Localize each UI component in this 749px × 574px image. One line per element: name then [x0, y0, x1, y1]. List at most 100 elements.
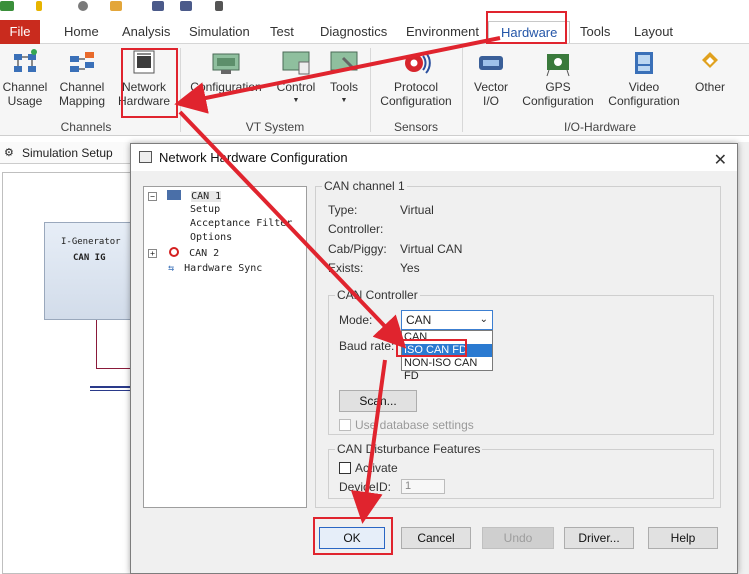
- save-icon[interactable]: [152, 1, 164, 11]
- tree-item-options[interactable]: Options: [190, 232, 232, 243]
- help-button[interactable]: Help: [648, 527, 718, 549]
- video-configuration-icon: [629, 48, 659, 78]
- can-controller-title: CAN Controller: [335, 288, 420, 302]
- tab-simulation[interactable]: Simulation: [187, 21, 252, 43]
- exists-value: Yes: [400, 261, 420, 275]
- group-label-io-hardware: I/O-Hardware: [563, 120, 637, 134]
- channel-title: CAN channel 1: [322, 179, 407, 193]
- channel-mapping-button[interactable]: Channel Mapping: [56, 48, 108, 108]
- cancel-button[interactable]: Cancel: [401, 527, 471, 549]
- undo-button[interactable]: Undo: [482, 527, 554, 549]
- gps-configuration-label: GPS Configuration: [522, 80, 594, 108]
- other-icon: [695, 48, 725, 78]
- vt-tools-icon: [329, 48, 359, 78]
- tab-layout[interactable]: Layout: [632, 21, 675, 43]
- scan-button[interactable]: Scan...: [339, 390, 417, 412]
- tree-item-can2[interactable]: + CAN 2: [148, 247, 219, 259]
- use-database-checkbox[interactable]: [339, 419, 351, 431]
- highlight-ok-button: [313, 517, 393, 555]
- mode-select[interactable]: CAN ⌄: [401, 310, 493, 330]
- i-generator-node[interactable]: I-Generator CAN IG: [44, 222, 140, 320]
- background-window-edge: [738, 142, 749, 574]
- vt-tools-label: Tools: [329, 80, 358, 94]
- tab-file[interactable]: File: [0, 20, 40, 44]
- can-controller-group: CAN Controller Mode: CAN ⌄ Baud rate: CA…: [328, 288, 714, 435]
- cab-piggy-value: Virtual CAN: [400, 242, 463, 256]
- stop-icon[interactable]: [78, 1, 88, 11]
- simulation-setup-header[interactable]: ⚙ Simulation Setup: [0, 142, 140, 164]
- tab-environment[interactable]: Environment: [404, 21, 481, 43]
- baud-rate-label: Baud rate:: [339, 339, 395, 353]
- vt-control-icon: [281, 48, 311, 78]
- vt-configuration-icon: [211, 48, 241, 78]
- mode-label: Mode:: [339, 313, 373, 327]
- video-configuration-button[interactable]: Video Configuration: [604, 48, 684, 108]
- device-id-label: DeviceID:: [339, 480, 392, 494]
- tree-label-hardware-sync: Hardware Sync: [184, 263, 263, 274]
- vt-control-label: Control: [276, 80, 316, 94]
- simulation-setup-title: Simulation Setup: [22, 146, 113, 160]
- disturbance-title: CAN Disturbance Features: [335, 442, 483, 456]
- highlight-network-hardware: [121, 48, 178, 118]
- protocol-configuration-button[interactable]: Protocol Configuration: [376, 48, 456, 108]
- tab-analysis[interactable]: Analysis: [120, 21, 172, 43]
- chevron-down-icon: ▼: [340, 97, 348, 104]
- tree-label-can1: CAN 1: [191, 191, 222, 202]
- channel-properties-panel: CAN channel 1 Type: Virtual Controller: …: [315, 179, 721, 508]
- bus-connector: [96, 320, 97, 368]
- video-configuration-label: Video Configuration: [608, 80, 680, 108]
- mode-option-non-iso-can-fd[interactable]: NON-ISO CAN FD: [402, 357, 492, 382]
- gps-configuration-icon: [543, 48, 573, 78]
- tab-diagnostics[interactable]: Diagnostics: [318, 21, 389, 43]
- sync-icon: ⇆: [168, 263, 175, 274]
- tree-item-hardware-sync[interactable]: ⇆ Hardware Sync: [168, 263, 262, 274]
- tree-item-setup[interactable]: Setup: [190, 204, 220, 215]
- collapse-icon[interactable]: −: [148, 192, 157, 201]
- type-value: Virtual: [400, 203, 434, 217]
- tab-tools[interactable]: Tools: [578, 21, 612, 43]
- chevron-down-icon: ▼: [292, 97, 300, 104]
- vt-configuration-button[interactable]: Configuration: [188, 48, 264, 94]
- channel-mapping-label: Channel Mapping: [58, 80, 106, 108]
- vector-io-label: Vector I/O: [473, 80, 509, 108]
- dialog-title-bar[interactable]: Network Hardware Configuration ✕: [131, 144, 737, 171]
- close-icon[interactable]: ✕: [714, 147, 727, 174]
- group-separator: [462, 48, 463, 132]
- tab-home[interactable]: Home: [62, 21, 101, 43]
- group-separator: [180, 48, 181, 132]
- save-as-icon[interactable]: [180, 1, 192, 11]
- device-id-field[interactable]: 1: [401, 479, 445, 494]
- lightning-icon[interactable]: [36, 1, 42, 11]
- highlight-hardware-tab: [486, 11, 567, 44]
- group-label-vt-system: VT System: [245, 120, 305, 134]
- vt-control-button[interactable]: Control ▼: [272, 48, 320, 108]
- ribbon-panel: Channel Usage Channel Mapping Network Ha…: [0, 44, 749, 136]
- vector-io-button[interactable]: Vector I/O: [468, 48, 514, 108]
- gps-configuration-button[interactable]: GPS Configuration: [520, 48, 596, 108]
- channel-usage-label: Channel Usage: [2, 80, 48, 108]
- channel-usage-icon: [10, 48, 40, 78]
- tree-label-can2: CAN 2: [189, 248, 220, 259]
- vt-tools-button[interactable]: Tools ▼: [324, 48, 364, 108]
- cab-piggy-label: Cab/Piggy:: [328, 242, 387, 256]
- open-folder-icon[interactable]: [110, 1, 122, 11]
- vt-configuration-label: Configuration: [190, 80, 262, 94]
- vector-io-icon: [476, 48, 506, 78]
- dialog-app-icon: [139, 151, 152, 163]
- channel-usage-button[interactable]: Channel Usage: [0, 48, 50, 108]
- tree-item-acceptance-filter[interactable]: Acceptance Filter: [190, 218, 292, 229]
- chevron-down-icon[interactable]: ⌄: [480, 311, 488, 329]
- dialog-title: Network Hardware Configuration: [159, 150, 348, 165]
- other-button[interactable]: Other: [690, 48, 730, 94]
- tree-item-can1[interactable]: − CAN 1: [148, 190, 222, 202]
- protocol-configuration-icon: [401, 48, 431, 78]
- computer-icon: [167, 190, 182, 200]
- more-icon[interactable]: [215, 1, 223, 11]
- activate-checkbox[interactable]: [339, 462, 351, 474]
- node-title: I-Generator: [61, 237, 121, 247]
- expand-icon[interactable]: +: [148, 249, 157, 258]
- channel-tree[interactable]: − CAN 1 Setup Acceptance Filter Options …: [143, 186, 307, 508]
- tab-test[interactable]: Test: [268, 21, 296, 43]
- mode-select-value: CAN: [406, 313, 432, 327]
- driver-button[interactable]: Driver...: [564, 527, 634, 549]
